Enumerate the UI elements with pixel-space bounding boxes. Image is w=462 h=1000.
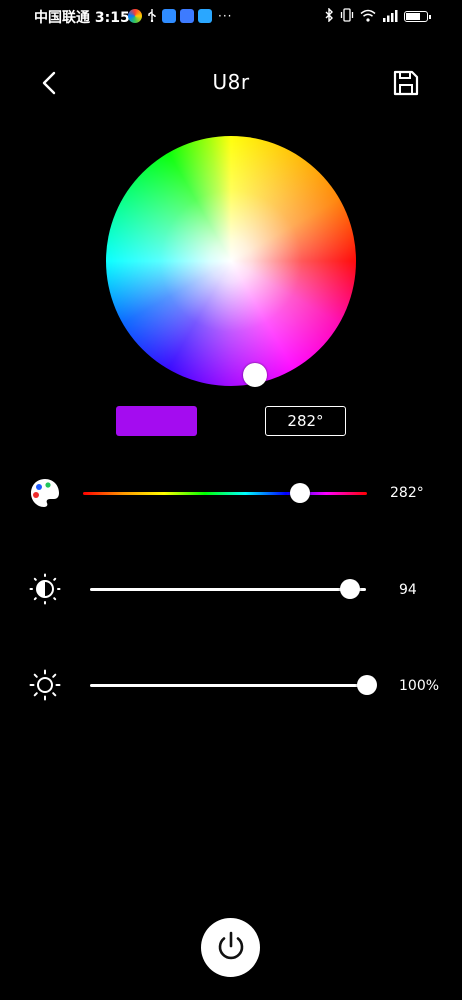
page-title: U8r	[212, 70, 250, 94]
palette-icon	[28, 476, 62, 510]
color-wheel-handle[interactable]	[243, 363, 267, 387]
sun-icon	[28, 668, 62, 702]
power-icon	[214, 929, 248, 967]
app-blue-bulb-icon	[180, 9, 194, 23]
hue-slider-track[interactable]	[83, 492, 367, 495]
vibrate-icon	[340, 7, 354, 26]
bluetooth-icon	[324, 6, 334, 26]
system-icons	[324, 6, 431, 26]
back-button[interactable]	[36, 68, 64, 98]
hue-readout-value: 282°	[287, 412, 324, 430]
hue-slider-thumb[interactable]	[290, 483, 310, 503]
hue-value: 282°	[390, 485, 424, 501]
usb-icon	[146, 7, 158, 26]
brightness-slider-thumb[interactable]	[357, 675, 377, 695]
notification-icons: ···	[128, 8, 232, 24]
contrast-icon	[28, 572, 62, 606]
power-button[interactable]	[201, 918, 260, 977]
selected-color-swatch	[116, 406, 197, 436]
hue-saturation-wheel[interactable]	[106, 136, 356, 386]
wifi-icon	[360, 7, 376, 26]
saturation-slider-track[interactable]	[90, 588, 366, 591]
hue-readout-box[interactable]: 282°	[265, 406, 346, 436]
floppy-save-icon	[392, 70, 420, 102]
signal-icon	[382, 7, 398, 26]
brightness-value: 100%	[399, 678, 440, 694]
app-cloud-icon	[198, 9, 212, 23]
app-colorful-icon	[128, 9, 142, 23]
battery-icon	[404, 10, 431, 22]
status-bar: 中国联通 3:15 ···	[0, 0, 462, 32]
saturation-slider-thumb[interactable]	[340, 579, 360, 599]
brightness-slider-track[interactable]	[90, 684, 366, 687]
chevron-left-icon	[36, 71, 64, 102]
save-button[interactable]	[392, 68, 420, 98]
more-notifications-icon: ···	[218, 9, 233, 23]
carrier-time: 中国联通 3:15	[34, 10, 130, 26]
app-blue-gear-icon	[162, 9, 176, 23]
color-wheel[interactable]	[106, 136, 356, 386]
saturation-value: 94	[399, 582, 417, 598]
